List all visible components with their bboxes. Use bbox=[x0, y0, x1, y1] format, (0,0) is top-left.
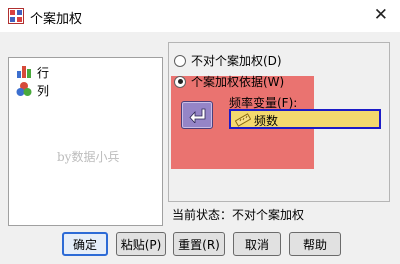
weight-cases-icon bbox=[8, 8, 24, 24]
dialog-body: 行 列 by数据小兵 不对个案加权(D) 个案加权依据(W) 频率变量(F): … bbox=[0, 32, 400, 264]
move-variable-button[interactable] bbox=[181, 101, 213, 129]
reset-button[interactable]: 重置(R) bbox=[173, 232, 225, 256]
nominal-balls-icon bbox=[16, 81, 32, 100]
cancel-button[interactable]: 取消 bbox=[233, 232, 281, 256]
current-status: 当前状态：不对个案加权 bbox=[172, 208, 305, 222]
help-button[interactable]: 帮助 bbox=[289, 232, 341, 256]
nominal-bar-icon bbox=[16, 63, 32, 82]
frequency-variable-value: 频数 bbox=[254, 114, 279, 128]
radio-circle[interactable] bbox=[174, 54, 186, 67]
radio-weight-by[interactable]: 个案加权依据(W) bbox=[174, 73, 284, 90]
close-icon[interactable]: ✕ bbox=[374, 5, 388, 25]
frequency-variable-field[interactable]: 频数 bbox=[229, 109, 381, 129]
ok-button[interactable]: 确定 bbox=[62, 232, 108, 256]
radio-label: 个案加权依据(W) bbox=[191, 75, 285, 89]
variable-label: 列 bbox=[37, 83, 50, 98]
window-title: 个案加权 bbox=[30, 12, 83, 27]
radio-label: 不对个案加权(D) bbox=[191, 54, 282, 68]
paste-button[interactable]: 粘贴(P) bbox=[116, 232, 166, 256]
list-item[interactable]: 行 bbox=[16, 64, 49, 80]
radio-no-weight[interactable]: 不对个案加权(D) bbox=[174, 52, 282, 69]
variable-label: 行 bbox=[37, 65, 50, 80]
radio-circle[interactable] bbox=[174, 75, 186, 88]
list-item[interactable]: 列 bbox=[16, 81, 50, 100]
watermark: by数据小兵 bbox=[57, 150, 120, 164]
scale-ruler-icon bbox=[234, 113, 252, 130]
variable-list[interactable]: 行 列 by数据小兵 bbox=[8, 57, 163, 226]
title-bar: 个案加权 ✕ bbox=[0, 0, 400, 32]
